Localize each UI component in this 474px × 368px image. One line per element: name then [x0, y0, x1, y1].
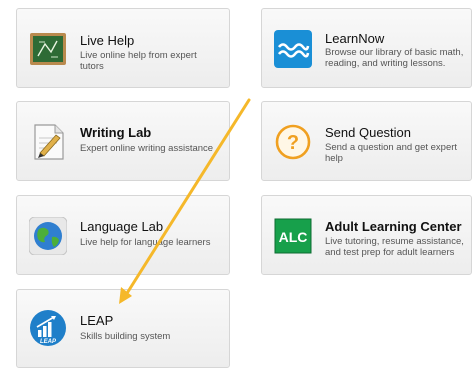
tile-language-lab[interactable]: Language Lab Live help for language lear… — [16, 195, 230, 275]
alc-icon: ALC — [274, 217, 312, 255]
question-mark-icon: ? — [274, 123, 312, 161]
tile-writing-lab[interactable]: Writing Lab Expert online writing assist… — [16, 101, 230, 181]
tile-description: Browse our library of basic math, readin… — [325, 47, 464, 69]
tile-description: Live help for language learners — [80, 237, 211, 248]
tile-learnnow[interactable]: LearnNow Browse our library of basic mat… — [261, 8, 472, 88]
tile-description: Send a question and get expert help — [325, 142, 458, 164]
tile-description: Expert online writing assistance — [80, 143, 214, 154]
pencil-paper-icon — [29, 123, 67, 161]
tile-title: Adult Learning Center — [325, 219, 462, 234]
svg-text:LEAP: LEAP — [40, 339, 57, 345]
bar-chart-arrow-icon: LEAP — [29, 309, 67, 347]
tile-title: LearnNow — [325, 31, 385, 46]
chalkboard-icon — [29, 30, 67, 68]
tile-title: Language Lab — [80, 219, 164, 234]
tile-title: LEAP — [80, 313, 114, 328]
tile-description: Live online help from expert tutors — [80, 50, 197, 72]
tile-description: Skills building system — [80, 331, 171, 342]
tile-description: Live tutoring, resume assistance, and te… — [325, 236, 464, 258]
tile-send-question[interactable]: ? Send Question Send a question and get … — [261, 101, 472, 181]
svg-text:ALC: ALC — [279, 229, 308, 245]
globe-icon — [29, 217, 67, 255]
tile-title: Send Question — [325, 125, 412, 140]
tile-live-help[interactable]: Live Help Live online help from expert t… — [16, 8, 230, 88]
tile-title: Writing Lab — [80, 125, 152, 140]
tile-adult-learning-center[interactable]: ALC Adult Learning Center Live tutoring,… — [261, 195, 472, 275]
svg-text:?: ? — [287, 132, 299, 154]
waves-icon — [274, 30, 312, 68]
tile-title: Live Help — [80, 33, 135, 48]
tile-leap[interactable]: LEAP LEAP Skills building system — [16, 289, 230, 368]
